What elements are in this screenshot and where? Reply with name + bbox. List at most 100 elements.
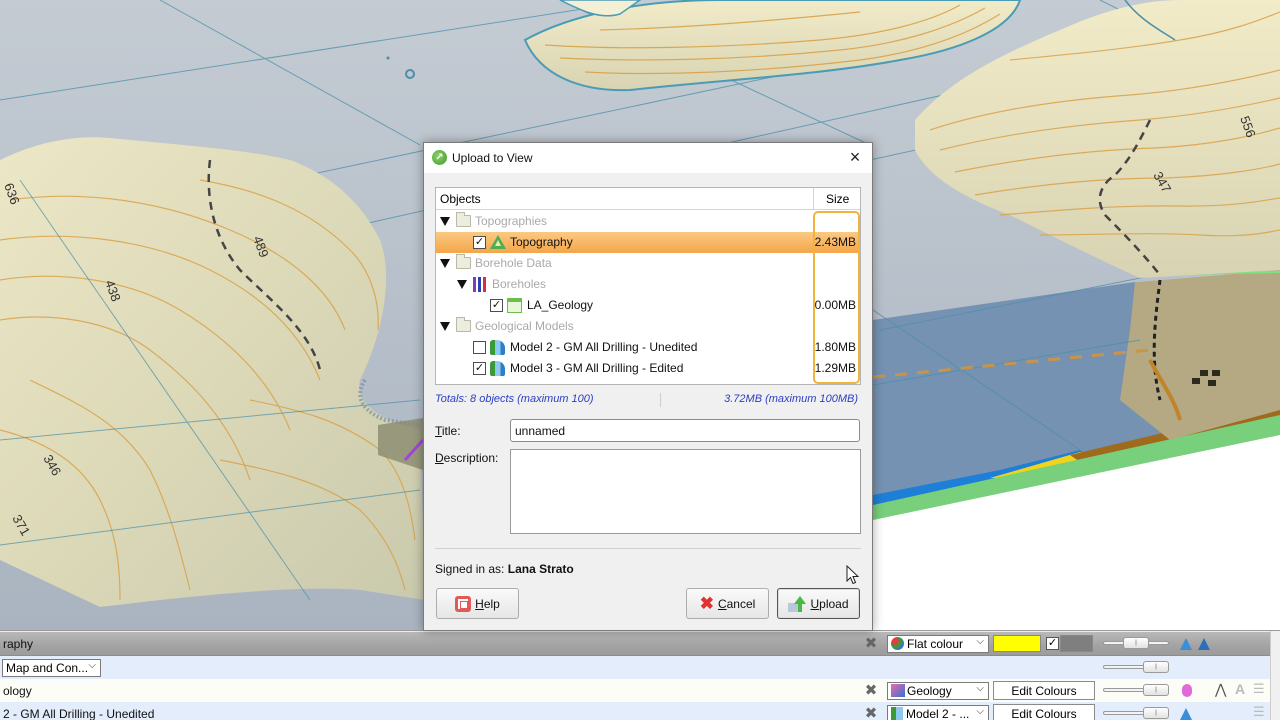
- folder-icon: [456, 317, 471, 332]
- title-label: Title:: [435, 424, 461, 438]
- signed-in-prefix: Signed in as:: [435, 562, 505, 576]
- size-value: 0.00MB: [814, 298, 856, 312]
- colour-by-select[interactable]: Model 2 - ... ⌵: [887, 704, 989, 720]
- help-button[interactable]: Help: [436, 588, 519, 619]
- column-divider[interactable]: [813, 188, 814, 210]
- shape-row-geology[interactable]: ology ✖ Geology ⌵ Edit Colours || ⋀ A ☰: [0, 679, 1270, 702]
- folder-icon: [456, 212, 471, 227]
- texture-opacity-slider[interactable]: ||: [1103, 660, 1173, 674]
- tree-item-model-2[interactable]: Model 2 - GM All Drilling - Unedited 1.8…: [436, 337, 860, 358]
- dialog-divider: [435, 548, 861, 549]
- tree-item-label: Model 3 - GM All Drilling - Edited: [510, 361, 684, 375]
- table-header: Objects Size: [436, 188, 860, 210]
- dialog-title: Upload to View: [452, 151, 533, 165]
- remove-icon[interactable]: ✖: [863, 635, 879, 652]
- view-app-icon: ↗: [432, 150, 447, 165]
- title-input[interactable]: [510, 419, 860, 442]
- tree-group-geological-models[interactable]: Geological Models: [436, 316, 860, 337]
- expand-toggle-icon[interactable]: [440, 259, 450, 268]
- surface-render-icon[interactable]: [1180, 708, 1192, 720]
- description-input[interactable]: [510, 449, 861, 534]
- geomodel-icon: [490, 340, 505, 355]
- shape-row-label: 2 - GM All Drilling - Unedited: [3, 706, 155, 720]
- surface-render-icon[interactable]: [1180, 638, 1192, 650]
- folder-icon: [456, 254, 471, 269]
- segment-render-icon[interactable]: [1182, 684, 1192, 697]
- shape-row-label: raphy: [3, 636, 34, 651]
- opacity-slider[interactable]: ||: [1103, 636, 1173, 650]
- shape-list-panel: raphy ✖ Flat colour ⌵ ✓ || Map and Con..…: [0, 630, 1280, 720]
- opacity-slider[interactable]: ||: [1103, 683, 1173, 697]
- tree-item-label: Topography: [510, 235, 573, 249]
- remove-icon[interactable]: ✖: [863, 682, 879, 699]
- column-header-objects[interactable]: Objects: [440, 192, 481, 206]
- include-checkbox[interactable]: ✓: [473, 362, 486, 375]
- table-icon: [507, 298, 522, 313]
- palette-icon: [891, 637, 904, 650]
- tree-group-label: Geological Models: [475, 319, 574, 333]
- cancel-button[interactable]: ✖ Cancel: [686, 588, 769, 619]
- tree-group-label: Topographies: [475, 214, 548, 228]
- right-land-olive: [1120, 270, 1280, 440]
- signed-in-status: Signed in as: Lana Strato: [435, 562, 574, 576]
- size-value: 2.43MB: [814, 235, 856, 249]
- surface-render-icon-2[interactable]: [1198, 638, 1210, 650]
- description-label: Description:: [435, 451, 499, 465]
- cancel-button-label: Cancel: [717, 596, 756, 611]
- size-value: 1.80MB: [814, 340, 856, 354]
- texture-select[interactable]: Map and Con... ⌵: [2, 658, 101, 677]
- include-checkbox[interactable]: ✓: [473, 236, 486, 249]
- secondary-colour-checkbox[interactable]: ✓: [1046, 637, 1059, 650]
- help-lifebuoy-icon: [455, 595, 472, 612]
- totals-size: 3.72MB (maximum 100MB): [724, 393, 858, 405]
- chevron-down-icon: ⌵: [976, 682, 984, 694]
- tree-group-boreholes[interactable]: Boreholes: [436, 274, 860, 295]
- tree-item-topography[interactable]: ✓ Topography 2.43MB: [436, 232, 860, 253]
- list-icon[interactable]: ☰: [1253, 681, 1265, 697]
- tree-group-topographies[interactable]: Topographies: [436, 211, 860, 232]
- chevron-down-icon: ⌵: [976, 635, 984, 647]
- close-icon[interactable]: ×: [846, 148, 864, 166]
- colour-by-select[interactable]: Geology ⌵: [887, 681, 989, 700]
- topography-icon: [490, 235, 506, 249]
- totals-objects: Totals: 8 objects (maximum 100): [435, 393, 594, 405]
- edit-colours-button[interactable]: Edit Colours: [993, 704, 1095, 720]
- tube-render-icon[interactable]: ⋀: [1215, 681, 1226, 698]
- tree-group-label: Boreholes: [492, 277, 547, 291]
- shape-row-model-2[interactable]: 2 - GM All Drilling - Unedited ✖ Model 2…: [0, 702, 1270, 720]
- cancel-x-icon: ✖: [699, 593, 714, 613]
- chevron-down-icon: ⌵: [976, 705, 984, 717]
- upload-to-view-dialog: ↗ Upload to View × Objects Size Topograp…: [423, 142, 873, 631]
- list-icon[interactable]: ☰: [1253, 704, 1265, 720]
- tree-item-model-3[interactable]: ✓ Model 3 - GM All Drilling - Edited 1.2…: [436, 358, 860, 379]
- edit-colours-button[interactable]: Edit Colours: [993, 681, 1095, 700]
- shape-row-topography[interactable]: raphy ✖ Flat colour ⌵ ✓ ||: [0, 632, 1270, 656]
- vertical-scrollbar[interactable]: [1270, 631, 1280, 720]
- objects-table: Objects Size Topographies ✓ Topography 2…: [435, 187, 861, 385]
- size-value: 1.29MB: [814, 361, 856, 375]
- mouse-cursor-icon: [846, 565, 860, 585]
- include-checkbox[interactable]: [473, 341, 486, 354]
- include-checkbox[interactable]: ✓: [490, 299, 503, 312]
- upload-button[interactable]: Upload: [777, 588, 860, 619]
- totals-divider: [660, 393, 661, 407]
- label-icon[interactable]: A: [1235, 681, 1245, 697]
- tree-item-label: Model 2 - GM All Drilling - Unedited: [510, 340, 698, 354]
- colour-swatch[interactable]: [993, 635, 1041, 652]
- geomodel-icon: [490, 361, 505, 376]
- secondary-colour-swatch[interactable]: [1060, 635, 1093, 652]
- geomodel-icon: [891, 707, 903, 720]
- opacity-slider[interactable]: ||: [1103, 706, 1173, 720]
- expand-toggle-icon[interactable]: [440, 217, 450, 226]
- expand-toggle-icon[interactable]: [440, 322, 450, 331]
- tree-item-la-geology[interactable]: ✓ LA_Geology 0.00MB: [436, 295, 860, 316]
- expand-toggle-icon[interactable]: [457, 280, 467, 289]
- upload-arrow-icon: [788, 595, 807, 612]
- remove-icon[interactable]: ✖: [863, 705, 879, 720]
- display-mode-select[interactable]: Flat colour ⌵: [887, 634, 989, 653]
- tree-group-borehole-data[interactable]: Borehole Data: [436, 253, 860, 274]
- shape-row-texture[interactable]: Map and Con... ⌵ ||: [0, 656, 1270, 679]
- column-header-size[interactable]: Size: [826, 192, 849, 206]
- shape-row-label: ology: [3, 683, 32, 698]
- dialog-titlebar[interactable]: ↗ Upload to View ×: [424, 143, 872, 173]
